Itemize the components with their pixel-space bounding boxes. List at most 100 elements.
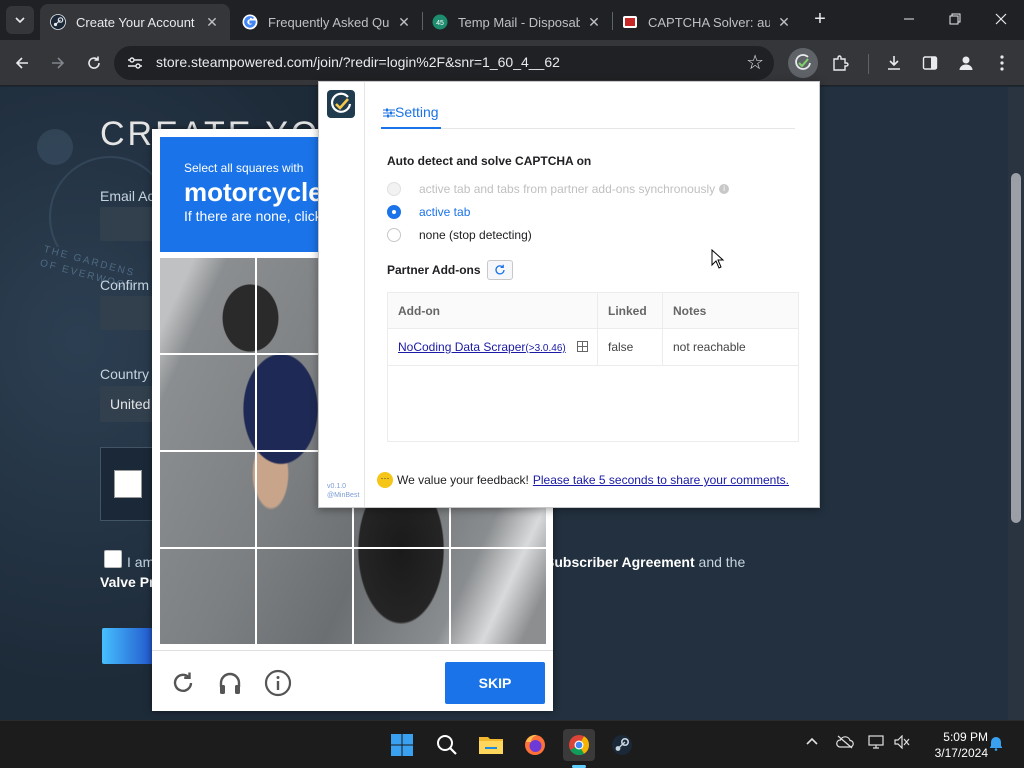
start-button[interactable] xyxy=(386,729,418,761)
profile-icon xyxy=(959,56,973,70)
forward-button[interactable] xyxy=(44,49,72,77)
cloud-offline-icon xyxy=(836,735,854,749)
extensions-button[interactable] xyxy=(826,49,854,77)
hcaptcha-checkbox[interactable] xyxy=(114,470,142,498)
chrome-button[interactable] xyxy=(563,729,595,761)
email-field[interactable] xyxy=(100,207,160,241)
privacy-policy-label: Valve Pr xyxy=(100,574,155,590)
addon-version: (>3.0.46) xyxy=(525,343,566,354)
column-header-addon: Add-on xyxy=(387,292,598,329)
popup-tabbar: Setting xyxy=(381,104,795,129)
radio-button[interactable] xyxy=(387,205,401,219)
image-tile[interactable] xyxy=(160,549,255,644)
version-text: v0.1.0 @MinBest xyxy=(327,483,360,499)
cloud-status-icon[interactable] xyxy=(836,735,854,752)
steam-button[interactable] xyxy=(606,729,638,761)
info-icon[interactable]: i xyxy=(719,184,730,194)
settings-sliders-icon xyxy=(383,108,395,118)
site-info-icon[interactable] xyxy=(126,55,144,71)
minimize-button[interactable] xyxy=(886,0,932,40)
image-tile[interactable] xyxy=(160,355,255,450)
steam-icon xyxy=(612,735,632,755)
tab-setting[interactable]: Setting xyxy=(381,104,441,129)
radio-button[interactable] xyxy=(387,228,401,242)
option-active-tab[interactable]: active tab xyxy=(387,203,470,221)
captcha-solver-extension-button[interactable] xyxy=(788,48,818,78)
country-select[interactable]: United xyxy=(100,386,160,422)
minimize-icon xyxy=(904,18,914,20)
tab-captcha-solver[interactable]: CAPTCHA Solver: auto ✕ xyxy=(612,4,802,40)
refresh-challenge-button[interactable] xyxy=(169,669,197,697)
option-none[interactable]: none (stop detecting) xyxy=(387,226,532,244)
image-tile[interactable] xyxy=(160,452,255,547)
radio-button[interactable] xyxy=(387,182,401,196)
downloads-button[interactable] xyxy=(880,49,908,77)
tile-image xyxy=(160,355,255,450)
image-tile[interactable] xyxy=(257,549,352,644)
steam-icon xyxy=(50,14,66,30)
close-icon xyxy=(995,13,1007,25)
bell-icon xyxy=(990,737,1002,751)
close-window-button[interactable] xyxy=(978,0,1024,40)
profile-button[interactable] xyxy=(952,49,980,77)
close-tab-button[interactable]: ✕ xyxy=(776,14,792,30)
restore-icon xyxy=(949,13,961,25)
tile-image xyxy=(160,258,255,353)
table-header-row: Add-on Linked Notes xyxy=(387,292,799,329)
tab-search-button[interactable] xyxy=(6,6,34,34)
firefox-button[interactable] xyxy=(519,729,551,761)
feedback-row: ··· We value your feedback! Please take … xyxy=(377,470,789,490)
agree-checkbox[interactable] xyxy=(104,550,122,568)
info-button[interactable] xyxy=(264,669,292,697)
toolbar-divider xyxy=(868,54,869,74)
addon-link[interactable]: NoCoding Data Scraper(>3.0.46) xyxy=(398,340,566,354)
restore-button[interactable] xyxy=(932,0,978,40)
file-explorer-button[interactable] xyxy=(475,729,507,761)
reload-icon xyxy=(88,56,100,69)
option-label: active tab xyxy=(419,205,471,219)
back-button[interactable] xyxy=(8,49,36,77)
reload-button[interactable] xyxy=(80,49,108,77)
url-text[interactable]: store.steampowered.com/join/?redir=login… xyxy=(156,54,560,70)
image-tile[interactable] xyxy=(160,258,255,353)
close-tab-button[interactable]: ✕ xyxy=(396,14,412,30)
chevron-up-icon xyxy=(806,737,818,745)
tab-setting-label: Setting xyxy=(395,104,439,120)
option-label: none (stop detecting) xyxy=(419,228,532,242)
taskbar-search-button[interactable] xyxy=(431,729,463,761)
volume-icon[interactable] xyxy=(894,734,910,752)
show-hidden-icons-button[interactable] xyxy=(806,735,818,751)
close-tab-button[interactable]: ✕ xyxy=(204,14,220,30)
option-partner-sync[interactable]: active tab and tabs from partner add-ons… xyxy=(387,180,730,198)
clock[interactable]: 5:09 PM 3/17/2024 xyxy=(922,729,988,761)
close-tab-button[interactable]: ✕ xyxy=(586,14,602,30)
side-panel-button[interactable] xyxy=(916,49,944,77)
notifications-button[interactable] xyxy=(988,735,1004,754)
tab-temp-mail[interactable]: 45 Temp Mail - Disposab ✕ xyxy=(422,4,612,40)
address-bar[interactable]: store.steampowered.com/join/?redir=login… xyxy=(114,46,774,80)
audio-challenge-button[interactable] xyxy=(216,669,244,697)
network-icon[interactable] xyxy=(868,735,884,752)
bookmark-star-icon[interactable]: ☆ xyxy=(746,50,764,75)
open-grid-icon[interactable] xyxy=(577,341,589,352)
scrollbar-thumb[interactable] xyxy=(1011,173,1021,523)
chrome-menu-button[interactable] xyxy=(988,49,1016,77)
country-label: Country xyxy=(100,366,150,382)
feedback-link[interactable]: Please take 5 seconds to share your comm… xyxy=(533,473,789,487)
clock-time: 5:09 PM xyxy=(943,730,988,744)
tab-faq[interactable]: Frequently Asked Que ✕ xyxy=(232,4,422,40)
image-tile[interactable] xyxy=(354,549,449,644)
skip-button[interactable]: SKIP xyxy=(445,662,545,704)
addon-cell: NoCoding Data Scraper(>3.0.46) xyxy=(387,328,598,366)
confirm-email-label: Confirm xyxy=(100,277,150,293)
privacy-policy-link[interactable]: Valve Pr xyxy=(100,574,155,590)
tab-create-account[interactable]: Create Your Account ✕ xyxy=(40,4,230,40)
confirm-email-field[interactable] xyxy=(100,296,160,330)
image-tile[interactable] xyxy=(451,549,546,644)
subscriber-agreement-link[interactable]: Subscriber Agreement xyxy=(545,554,695,570)
refresh-partners-button[interactable] xyxy=(487,260,513,280)
page-scrollbar[interactable] xyxy=(1008,87,1024,720)
new-tab-button[interactable]: + xyxy=(808,8,832,32)
table-empty-area xyxy=(387,365,799,442)
tile-image xyxy=(354,549,449,644)
